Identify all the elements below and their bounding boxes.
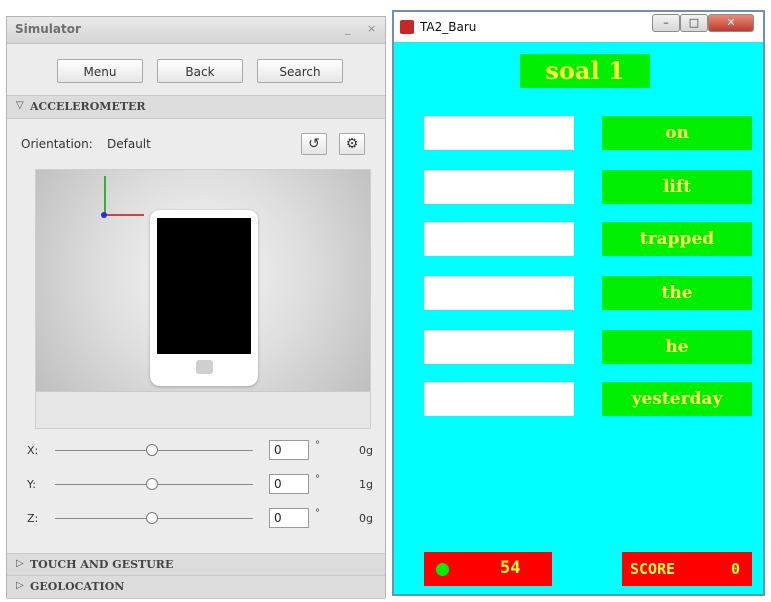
reset-orientation-icon[interactable]: ↺ xyxy=(301,133,327,155)
touch-gesture-section-header[interactable]: ▷ TOUCH AND GESTURE xyxy=(7,553,385,577)
x-axis-indicator xyxy=(104,214,144,216)
minimize-button[interactable]: _ xyxy=(345,22,351,35)
simulator-title: Simulator xyxy=(15,22,81,36)
app-title: TA2_Baru xyxy=(420,20,477,34)
word-tile[interactable]: he xyxy=(602,330,752,364)
touch-gesture-label: TOUCH AND GESTURE xyxy=(30,558,174,571)
geolocation-label: GEOLOCATION xyxy=(30,580,125,593)
y-slider-thumb[interactable] xyxy=(146,478,158,490)
y-value-input[interactable]: 0 xyxy=(269,474,309,494)
z-slider-thumb[interactable] xyxy=(146,512,158,524)
z-axis-indicator xyxy=(101,212,107,218)
x-axis-label: X: xyxy=(27,444,39,457)
simulator-title-bar: Simulator _ × xyxy=(7,17,385,44)
z-degree-unit: ° xyxy=(315,508,320,519)
x-degree-unit: ° xyxy=(315,440,320,451)
x-value-input[interactable]: 0 xyxy=(269,440,309,460)
word-tile[interactable]: trapped xyxy=(602,222,752,256)
word-tile[interactable]: yesterday xyxy=(602,382,752,416)
word-tile[interactable]: on xyxy=(602,116,752,150)
answer-slot-5[interactable] xyxy=(424,330,574,364)
app-title-bar: TA2_Baru – □ ✕ xyxy=(394,12,763,42)
accelerometer-label: ACCELEROMETER xyxy=(30,100,146,113)
score-value: 0 xyxy=(730,560,740,578)
question-heading: soal 1 xyxy=(520,54,650,88)
z-g-value: 0g xyxy=(359,512,373,525)
app-window: TA2_Baru – □ ✕ soal 1 on lift trapped th… xyxy=(392,10,765,596)
y-g-value: 1g xyxy=(359,478,373,491)
device-home-button xyxy=(196,360,213,374)
simulator-panel: Simulator _ × Menu Back Search ▽ ACCELER… xyxy=(6,16,386,599)
search-button[interactable]: Search xyxy=(257,59,343,83)
device-model xyxy=(150,210,258,386)
chevron-down-icon: ▽ xyxy=(16,100,24,111)
menu-button[interactable]: Menu xyxy=(57,59,143,83)
device-3d-viewport[interactable] xyxy=(35,169,371,429)
accelerometer-section-header[interactable]: ▽ ACCELEROMETER xyxy=(7,95,385,119)
answer-slot-4[interactable] xyxy=(424,276,574,310)
answer-slot-2[interactable] xyxy=(424,170,574,204)
y-axis-indicator xyxy=(104,176,106,216)
y-axis-label: Y: xyxy=(27,478,36,491)
app-logo-icon xyxy=(400,20,414,34)
chevron-right-icon: ▷ xyxy=(16,580,24,591)
y-degree-unit: ° xyxy=(315,474,320,485)
answer-slot-6[interactable] xyxy=(424,382,574,416)
word-tile[interactable]: lift xyxy=(602,170,752,204)
timer-box: 54 xyxy=(424,552,552,586)
x-slider-thumb[interactable] xyxy=(146,444,158,456)
back-button[interactable]: Back xyxy=(157,59,243,83)
minimize-icon[interactable]: – xyxy=(652,14,680,32)
timer-icon xyxy=(436,563,449,576)
answer-slot-3[interactable] xyxy=(424,222,574,256)
score-label: SCORE xyxy=(630,560,676,578)
x-g-value: 0g xyxy=(359,444,373,457)
orientation-label: Orientation: xyxy=(21,137,93,151)
maximize-icon[interactable]: □ xyxy=(680,14,708,32)
gear-icon[interactable]: ⚙ xyxy=(339,133,365,155)
answer-slot-1[interactable] xyxy=(424,116,574,150)
close-icon[interactable]: ✕ xyxy=(708,14,754,32)
z-value-input[interactable]: 0 xyxy=(269,508,309,528)
timer-value: 54 xyxy=(500,558,521,578)
score-box: SCORE 0 xyxy=(622,552,752,586)
viewport-floor xyxy=(36,391,370,428)
orientation-value: Default xyxy=(107,137,151,151)
chevron-right-icon: ▷ xyxy=(16,558,24,569)
word-tile[interactable]: the xyxy=(602,276,752,310)
close-icon[interactable]: × xyxy=(367,22,376,35)
geolocation-section-header[interactable]: ▷ GEOLOCATION xyxy=(7,575,385,599)
device-screen xyxy=(157,218,251,354)
z-axis-label: Z: xyxy=(27,512,39,525)
